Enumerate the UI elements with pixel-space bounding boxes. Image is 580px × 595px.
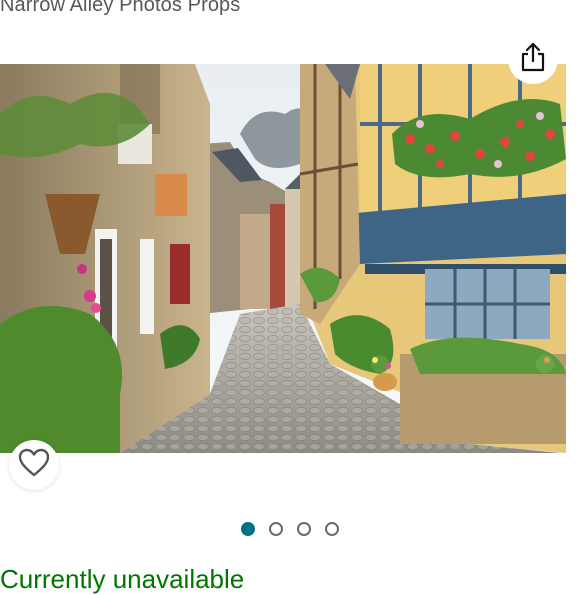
image-pagination: [0, 522, 580, 538]
pagination-dot-2[interactable]: [269, 522, 283, 536]
product-title: Narrow Alley Photos Props: [0, 0, 241, 16]
share-button[interactable]: [508, 34, 558, 84]
pagination-dot-1[interactable]: [241, 522, 255, 536]
add-to-wishlist-button[interactable]: [9, 440, 59, 490]
pagination-dot-3[interactable]: [297, 522, 311, 536]
heart-icon: [18, 448, 50, 483]
product-image[interactable]: [0, 64, 566, 453]
share-icon: [520, 42, 546, 77]
pagination-dot-4[interactable]: [325, 522, 339, 536]
